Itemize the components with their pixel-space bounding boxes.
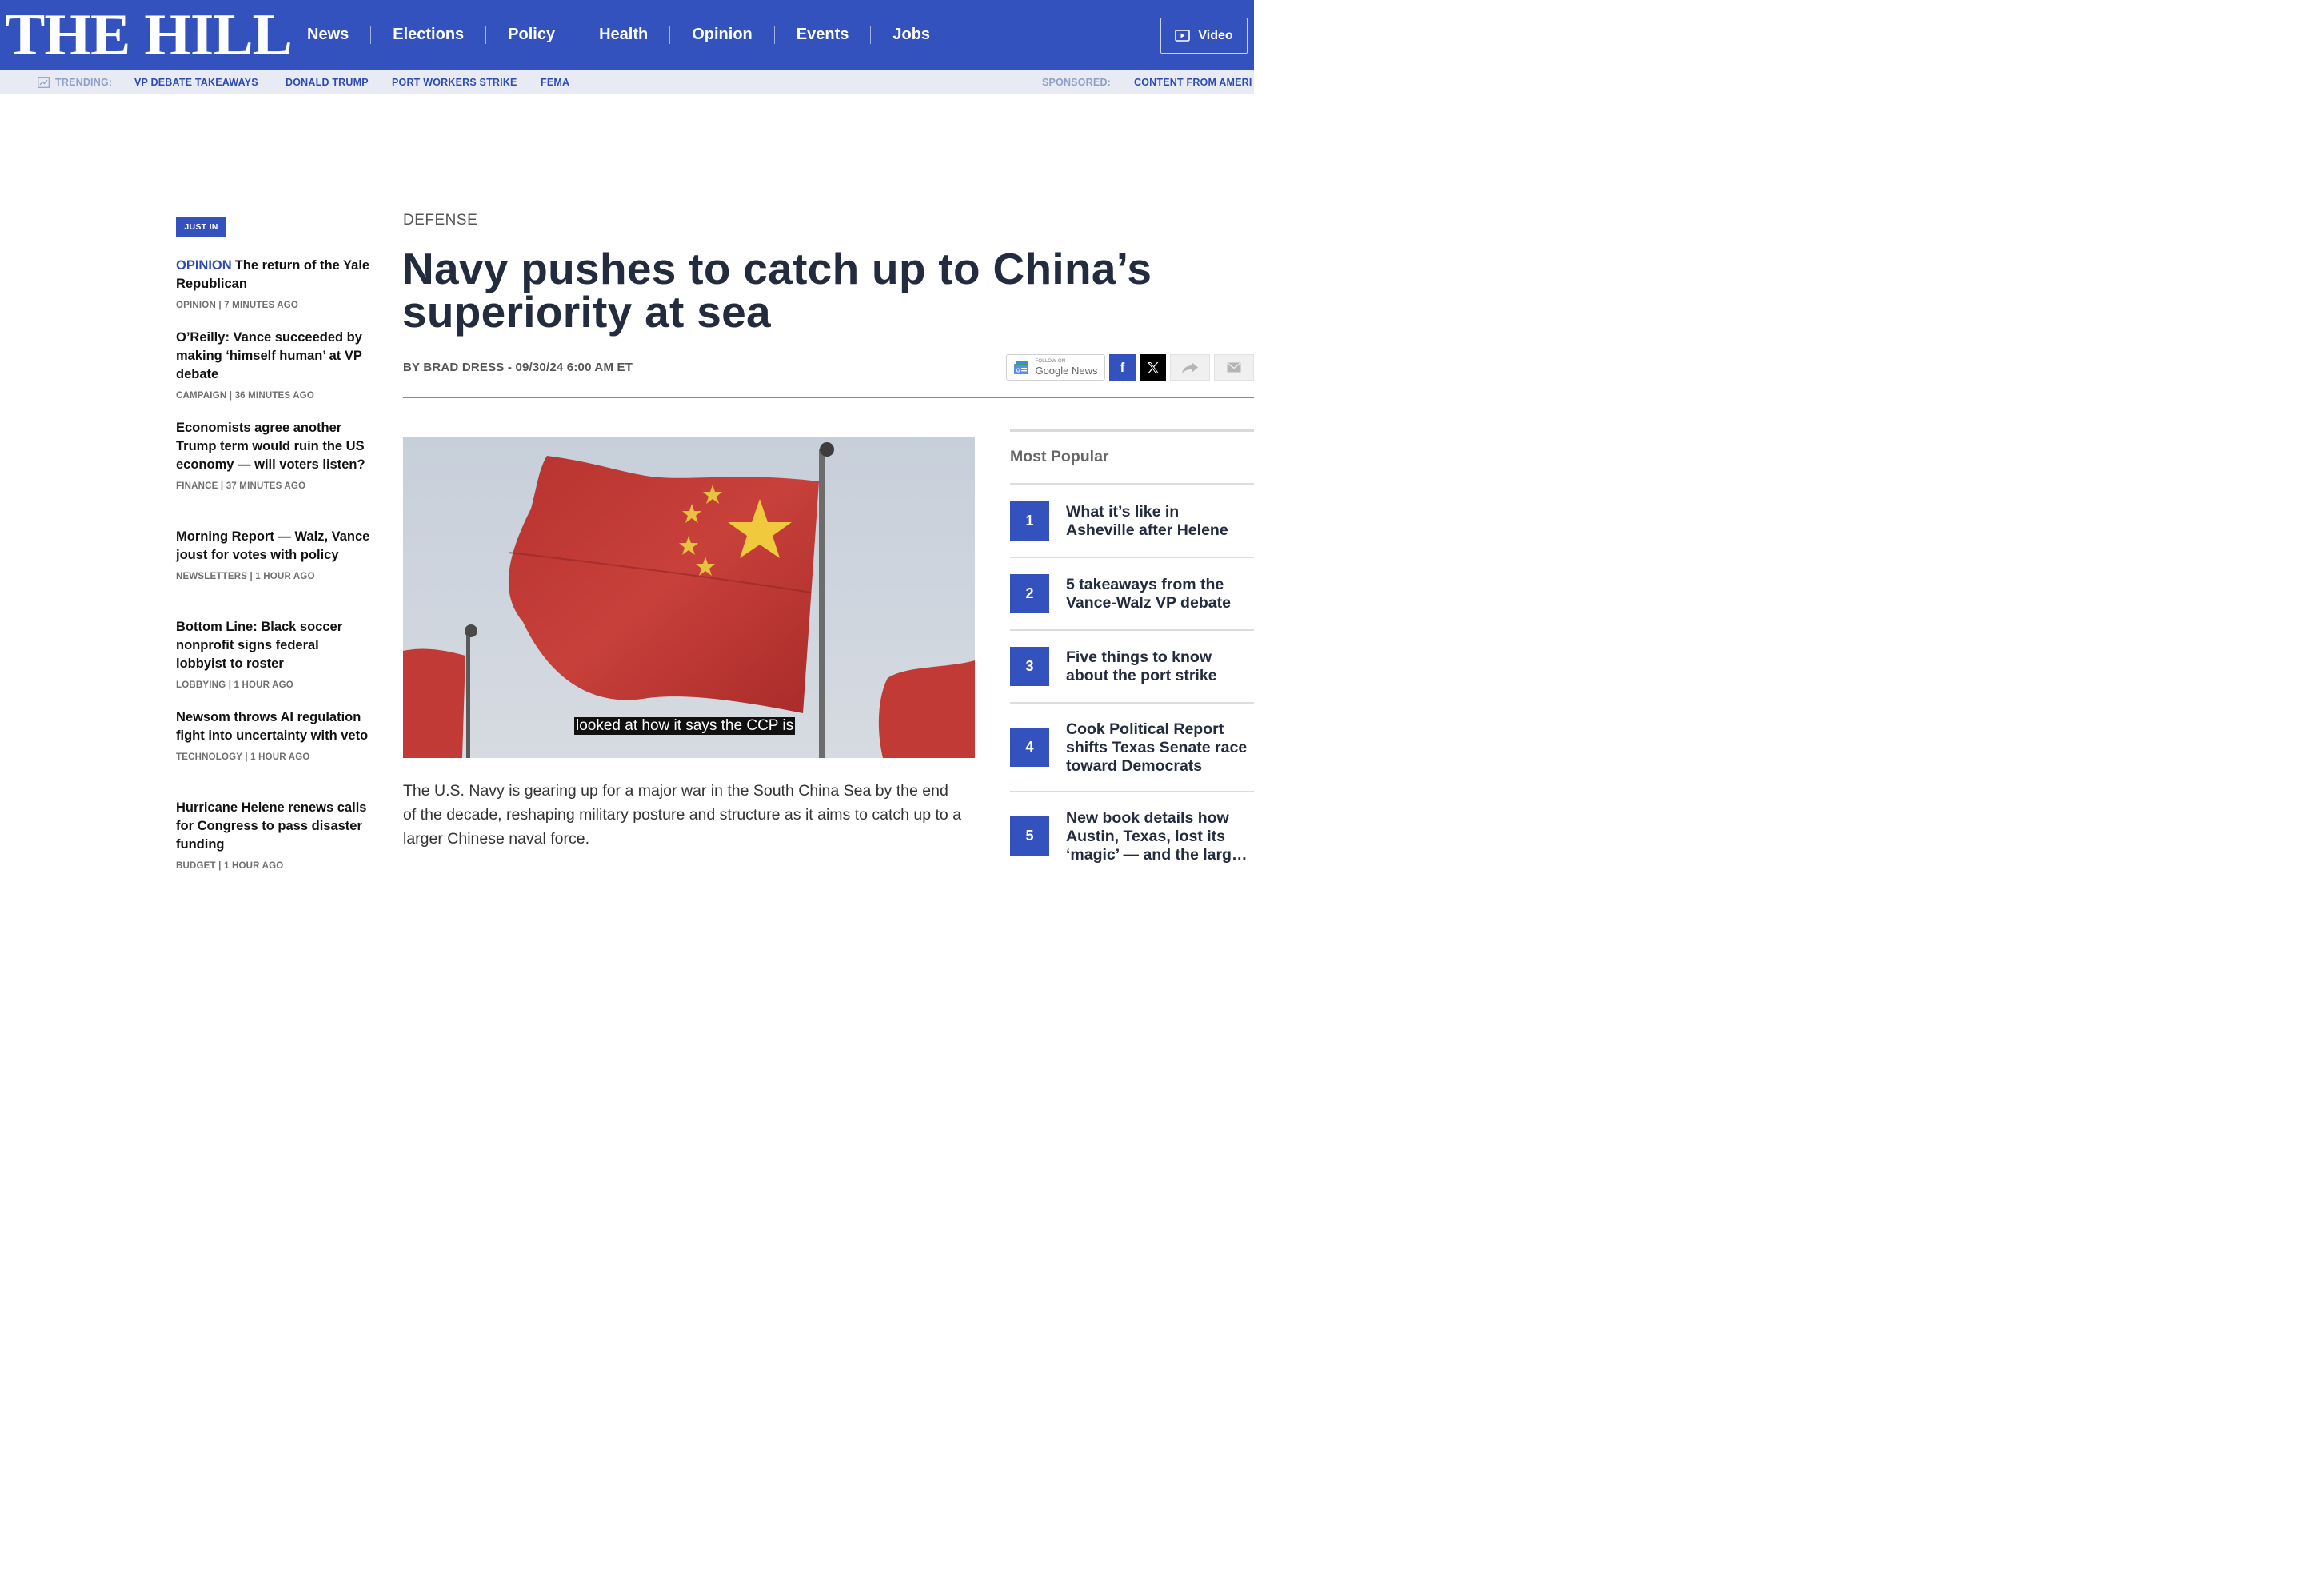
- x-share-button[interactable]: [1140, 354, 1166, 381]
- article-lede: The U.S. Navy is gearing up for a major …: [403, 782, 962, 848]
- share-forward-button[interactable]: [1170, 354, 1210, 381]
- google-news-text: News: [1072, 365, 1098, 377]
- article-section-kicker[interactable]: DEFENSE: [403, 212, 477, 229]
- popular-rank-badge: 1: [1010, 501, 1049, 541]
- envelope-icon: [1227, 362, 1241, 373]
- nav-divider: [669, 26, 671, 44]
- popular-item-text[interactable]: Cook Political Report shifts Texas Senat…: [1066, 720, 1254, 776]
- just-in-title[interactable]: OPINION The return of the Yale Republican: [176, 257, 372, 293]
- popular-item-title[interactable]: What it’s like in Asheville after Helene: [1066, 503, 1254, 540]
- video-caption: looked at how it says the CCP is: [574, 717, 796, 735]
- video-play-icon: [1175, 29, 1191, 42]
- nav-divider: [773, 26, 775, 44]
- site-logo[interactable]: THE HILL: [5, 6, 293, 65]
- just-in-title[interactable]: Bottom Line: Black soccer nonprofit sign…: [176, 618, 372, 673]
- popular-rank-badge: 4: [1010, 728, 1049, 767]
- most-popular-divider: [1010, 483, 1254, 485]
- nav-elections[interactable]: Elections: [393, 26, 464, 44]
- popular-rank-badge: 3: [1010, 647, 1049, 686]
- just-in-meta: CAMPAIGN | 36 MINUTES AGO: [176, 391, 315, 401]
- x-icon: [1147, 361, 1159, 373]
- sponsored-label: SPONSORED:: [1042, 77, 1112, 88]
- popular-item-text[interactable]: 5 takeaways from the Vance-Walz VP debat…: [1066, 576, 1254, 612]
- just-in-meta: OPINION | 7 MINUTES AGO: [176, 301, 299, 310]
- just-in-title[interactable]: Morning Report — Walz, Vance joust for v…: [176, 528, 372, 565]
- facebook-icon: f: [1120, 359, 1125, 375]
- most-popular-heading: Most Popular: [1010, 448, 1109, 465]
- trending-link-fema[interactable]: FEMA: [541, 77, 569, 88]
- google-news-icon: G: [1014, 361, 1029, 374]
- svg-text:G: G: [1016, 368, 1021, 373]
- just-in-item[interactable]: Morning Report — Walz, Vance joust for v…: [176, 528, 372, 581]
- nav-opinion[interactable]: Opinion: [692, 26, 753, 44]
- just-in-item[interactable]: OPINION The return of the Yale Republican…: [176, 257, 372, 310]
- nav-jobs[interactable]: Jobs: [892, 26, 930, 44]
- google-news-label: Google News: [1035, 365, 1097, 376]
- popular-item-text[interactable]: Five things to know about the port strik…: [1066, 648, 1250, 685]
- top-navigation: THE HILL News Elections Policy Health Op…: [0, 0, 1254, 70]
- just-in-item[interactable]: Hurricane Helene renews calls for Congre…: [176, 799, 372, 871]
- just-in-title[interactable]: Hurricane Helene renews calls for Congre…: [176, 799, 372, 854]
- popular-item-text[interactable]: What it’s like in Asheville after Helene: [1066, 503, 1250, 540]
- just-in-item[interactable]: O’Reilly: Vance succeeded by making ‘him…: [176, 329, 372, 401]
- google-news-follow-button[interactable]: G FOLLOW ON Google News: [1006, 354, 1105, 381]
- just-in-meta: NEWSLETTERS | 1 HOUR AGO: [176, 572, 315, 581]
- trending-label: TRENDING:: [55, 77, 113, 88]
- popular-item-title[interactable]: 5 takeaways from the Vance-Walz VP debat…: [1066, 576, 1254, 612]
- sponsored-link[interactable]: CONTENT FROM AMERI: [1134, 77, 1252, 88]
- just-in-meta: TECHNOLOGY | 1 HOUR AGO: [176, 752, 310, 762]
- popular-item-text[interactable]: New book details how Austin, Texas, lost…: [1066, 809, 1254, 864]
- share-arrow-icon: [1182, 361, 1198, 373]
- nav-health[interactable]: Health: [599, 26, 648, 44]
- nav-policy[interactable]: Policy: [508, 26, 555, 44]
- most-popular-divider: [1010, 629, 1254, 631]
- article-video-player[interactable]: [403, 437, 975, 758]
- just-in-title[interactable]: Newsom throws AI regulation fight into u…: [176, 708, 372, 745]
- nav-divider: [870, 26, 872, 44]
- opinion-tag: OPINION: [176, 258, 232, 273]
- popular-item-title[interactable]: Five things to know about the port strik…: [1066, 648, 1254, 685]
- most-popular-divider: [1010, 791, 1254, 792]
- google-news-small-label: FOLLOW ON: [1035, 359, 1066, 364]
- article-byline: BY BRAD DRESS - 09/30/24 6:00 AM ET: [403, 361, 633, 374]
- video-button-label: Video: [1198, 28, 1233, 42]
- just-in-title[interactable]: Economists agree another Trump term woul…: [176, 419, 372, 474]
- main-nav: News Elections Policy Health Opinion Eve…: [307, 0, 930, 70]
- nav-divider: [370, 26, 372, 44]
- popular-rank-badge: 5: [1010, 816, 1049, 856]
- nav-events[interactable]: Events: [797, 26, 849, 44]
- nav-news[interactable]: News: [307, 26, 349, 44]
- trending-link-donald-trump[interactable]: DONALD TRUMP: [286, 77, 369, 88]
- popular-rank-badge: 2: [1010, 574, 1049, 613]
- article-headline: Navy pushes to catch up to China’s super…: [402, 244, 1152, 337]
- most-popular-divider: [1010, 557, 1254, 558]
- just-in-badge: JUST IN: [176, 217, 226, 237]
- most-popular-top-rule: [1010, 429, 1254, 432]
- email-share-button[interactable]: [1214, 354, 1254, 381]
- popular-item-title[interactable]: New book details how Austin, Texas, lost…: [1066, 809, 1254, 867]
- just-in-item[interactable]: Bottom Line: Black soccer nonprofit sign…: [176, 618, 372, 690]
- video-button[interactable]: Video: [1160, 18, 1248, 54]
- just-in-item[interactable]: Economists agree another Trump term woul…: [176, 419, 372, 491]
- trending-link-vp-debate[interactable]: VP DEBATE TAKEAWAYS: [134, 77, 258, 88]
- china-flag-image: [403, 437, 975, 758]
- just-in-item[interactable]: Newsom throws AI regulation fight into u…: [176, 708, 372, 762]
- trending-icon: [38, 77, 50, 88]
- facebook-share-button[interactable]: f: [1109, 354, 1136, 381]
- popular-item-title[interactable]: Cook Political Report shifts Texas Senat…: [1066, 720, 1254, 776]
- just-in-meta: FINANCE | 37 MINUTES AGO: [176, 481, 306, 491]
- nav-divider: [485, 26, 487, 44]
- just-in-meta: LOBBYING | 1 HOUR AGO: [176, 680, 293, 690]
- header-divider: [403, 397, 1254, 398]
- just-in-meta: BUDGET | 1 HOUR AGO: [176, 861, 284, 871]
- trending-link-port-strike[interactable]: PORT WORKERS STRIKE: [392, 77, 517, 88]
- most-popular-divider: [1010, 702, 1254, 704]
- google-brand-text: Google: [1035, 365, 1069, 377]
- just-in-title[interactable]: O’Reilly: Vance succeeded by making ‘him…: [176, 329, 372, 384]
- trending-bar: TRENDING: VP DEBATE TAKEAWAYS DONALD TRU…: [0, 70, 1254, 94]
